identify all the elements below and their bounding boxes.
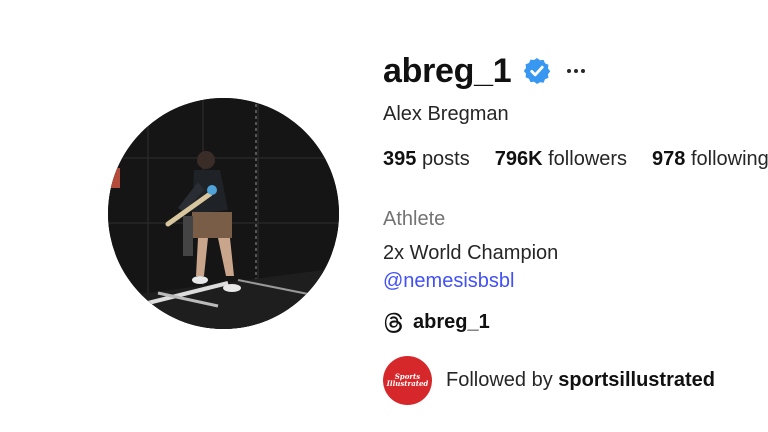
following-label: following [690, 148, 768, 170]
sportsillustrated-avatar[interactable]: Sports Illustrated [383, 355, 432, 405]
more-dot [567, 69, 572, 73]
followers-stat[interactable]: 796K followers [495, 148, 627, 171]
more-dot [574, 69, 579, 73]
followed-by-row[interactable]: Sports Illustrated Followed by sportsill… [383, 355, 715, 405]
more-dot [581, 69, 586, 73]
posts-count: 395 [383, 148, 417, 170]
threads-link[interactable]: abreg_1 [383, 308, 490, 336]
profile-category: Athlete [383, 208, 446, 230]
si-logo-line2: Illustrated [386, 379, 429, 388]
username-row: abreg_1 [383, 48, 586, 94]
followed-by-prefix: Followed by [446, 368, 553, 391]
followed-by-account[interactable]: sportsillustrated [558, 369, 715, 391]
threads-icon [383, 311, 405, 333]
followers-count: 796K [494, 148, 543, 170]
profile-bio: 2x World Champion [383, 242, 559, 264]
bio-mention-link[interactable]: @nemesisbsbl [383, 270, 514, 293]
avatar-photo-icon [108, 98, 339, 329]
profile-avatar[interactable] [108, 98, 339, 329]
profile-stats: 395 posts 796K followers 978 following [383, 148, 768, 171]
profile-username: abreg_1 [383, 51, 512, 90]
posts-label: posts [421, 148, 470, 170]
profile-full-name: Alex Bregman [383, 103, 509, 125]
threads-handle: abreg_1 [413, 310, 490, 333]
profile-header: abreg_1 Alex Bregman 395 posts 796K foll… [0, 0, 768, 432]
followers-label: followers [548, 148, 628, 170]
posts-stat[interactable]: 395 posts [383, 148, 470, 171]
following-count: 978 [652, 148, 686, 170]
verified-badge-icon [523, 57, 551, 85]
more-options-icon[interactable] [567, 61, 586, 81]
following-stat[interactable]: 978 following [652, 148, 768, 171]
followed-by-text: Followed by sportsillustrated [446, 369, 715, 392]
